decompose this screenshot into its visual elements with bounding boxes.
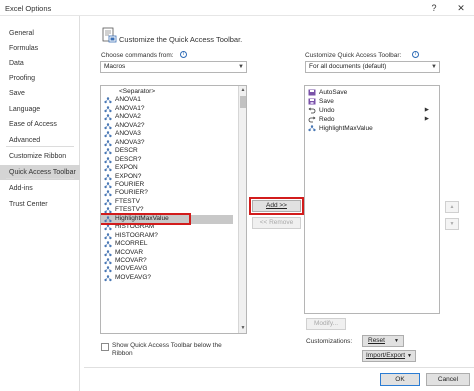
customize-toolbar-label: Customize Quick Access Toolbar: [305,52,402,59]
commands-listbox[interactable]: ▲ ▼ <Separator> ANOVA1 ANOVA1? ANOVA2 ANOVA2… [100,85,247,334]
toolbar-item-redo[interactable]: Redo ▶ [305,115,431,124]
submenu-arrow-icon: ▶ [424,116,429,122]
cancel-button[interactable]: Cancel [426,373,470,386]
nav-item-save[interactable]: Save [0,86,80,101]
macro-icon [104,266,112,273]
scroll-up-icon[interactable]: ▲ [239,86,246,95]
nav-divider [6,178,74,179]
info-icon[interactable]: i [180,51,187,58]
macro-icon [104,148,112,155]
move-up-button[interactable]: ▲ [445,201,459,213]
scroll-down-icon[interactable]: ▼ [239,324,246,333]
macro-icon [104,182,112,189]
close-icon[interactable]: ✕ [455,2,467,14]
footer-divider [84,367,474,368]
nav-item-proofing[interactable]: Proofing [0,71,80,86]
choose-commands-label: Choose commands from: [101,52,174,59]
page-heading: Customize the Quick Access Toolbar. [119,35,243,44]
macro-icon [104,123,112,129]
modify-button[interactable]: Modify... [306,318,346,330]
ok-button-label: OK [395,376,405,383]
add-button-label: Add >> [266,202,287,209]
toolbar-item-save[interactable]: Save [305,97,431,106]
selected-command-highlight [101,212,191,225]
quick-access-toolbar-icon [102,27,117,43]
commands-scrollbar[interactable]: ▲ ▼ [238,86,246,333]
macro-icon [308,125,316,132]
save-icon [308,98,316,105]
toolbar-listbox[interactable]: AutoSave Save Undo ▶ Redo ▶ HighlightMaxValue [304,85,440,314]
macro-icon [104,258,112,265]
ok-button[interactable]: OK [380,373,420,386]
nav-divider [6,146,74,147]
autosave-icon [308,89,316,96]
show-below-ribbon-label: Show Quick Access Toolbar below the Ribb… [112,342,222,357]
customizations-label: Customizations: [306,338,353,345]
toolbar-item-label: Save [319,98,334,105]
toolbar-item-label: Redo [319,116,335,123]
reset-button-label: Reset [368,337,385,344]
remove-button[interactable]: << Remove [252,217,301,229]
redo-icon [308,116,316,123]
chevron-down-icon: ▼ [238,64,244,70]
macro-icon [104,190,112,197]
customize-toolbar-dropdown[interactable]: For all documents (default) ▼ [305,61,440,73]
macro-icon [104,106,112,113]
macro-icon [104,241,112,248]
import-export-button-label: Import/Export [366,352,406,359]
reset-button[interactable]: Reset ▼ [362,335,404,347]
nav-item-formulas[interactable]: Formulas [0,41,80,56]
undo-icon [308,107,316,114]
modify-button-label: Modify... [313,320,339,327]
info-icon[interactable]: i [412,51,419,58]
macro-icon [104,165,112,172]
macro-icon [104,249,112,256]
nav-item-trust-center[interactable]: Trust Center [0,197,80,212]
macro-icon [104,139,112,146]
nav-item-data[interactable]: Data [0,56,80,71]
chevron-down-icon: ▼ [407,353,412,359]
macro-icon [104,156,112,163]
submenu-arrow-icon: ▶ [424,107,429,113]
macro-icon [104,275,112,282]
macro-icon [104,131,112,138]
macro-icon [104,97,112,104]
show-below-ribbon-checkbox[interactable] [101,343,109,351]
command-label: MOVEAVG? [115,273,152,281]
scroll-thumb[interactable] [240,96,246,108]
toolbar-item-label: HighlightMaxValue [319,125,373,132]
choose-commands-value: Macros [104,63,126,70]
nav-item-language[interactable]: Language [0,102,80,117]
add-button[interactable]: Add >> [252,200,301,212]
toolbar-item-label: Undo [319,107,335,114]
import-export-button[interactable]: Import/Export ▼ [362,350,416,362]
options-nav: General Formulas Data Proofing Save Language E… [0,16,80,391]
macro-icon [104,173,112,180]
chevron-down-icon: ▼ [431,64,437,70]
move-down-button[interactable]: ▼ [445,218,459,230]
customize-toolbar-value: For all documents (default) [309,63,387,70]
command-item[interactable]: MOVEAVG? [101,274,233,283]
toolbar-item-autosave[interactable]: AutoSave [305,88,431,97]
toolbar-item-undo[interactable]: Undo ▶ [305,106,431,115]
toolbar-item-label: AutoSave [319,89,348,96]
title-bar: Excel Options ? ✕ [0,0,474,16]
choose-commands-dropdown[interactable]: Macros ▼ [100,61,247,73]
help-icon[interactable]: ? [428,2,440,14]
nav-item-general[interactable]: General [0,26,80,41]
window-title: Excel Options [5,4,52,13]
cancel-button-label: Cancel [437,376,459,383]
nav-item-customize-ribbon[interactable]: Customize Ribbon [0,149,80,164]
macro-icon [104,232,112,239]
remove-button-label: << Remove [259,219,294,226]
nav-item-ease-of-access[interactable]: Ease of Access [0,117,80,132]
chevron-down-icon: ▼ [394,338,399,344]
macro-icon [104,114,112,121]
toolbar-item-highlightmaxvalue[interactable]: HighlightMaxValue [305,124,431,133]
nav-item-add-ins[interactable]: Add-ins [0,181,80,196]
macro-icon [104,199,112,206]
macro-icon [104,224,112,231]
